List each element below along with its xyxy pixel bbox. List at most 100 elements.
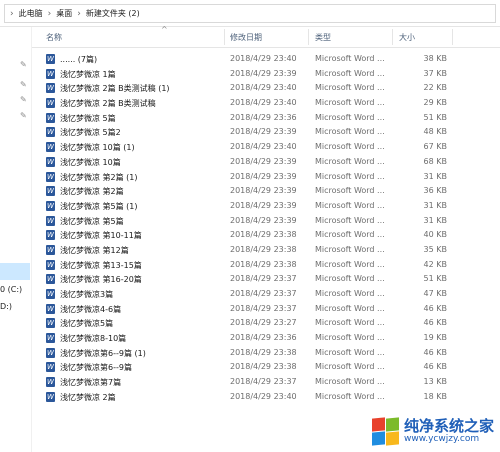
file-name[interactable]: 浅忆梦微凉 第2篇 [60,186,124,197]
pin-icon[interactable]: ✎ [20,60,27,69]
file-date: 2018/4/29 23:27 [230,318,297,328]
file-name[interactable]: 浅忆梦微凉4-6篇 [60,304,121,315]
sort-ascending-icon: ^ [161,25,168,34]
file-name[interactable]: 浅忆梦微凉第7篇 [60,377,121,388]
file-type: Microsoft Word ... [315,347,385,357]
word-document-icon [46,186,55,197]
column-type[interactable]: 类型 [315,32,331,43]
file-list: ...... (7篇) 2018/4/29 23:40 Microsoft Word… [32,52,500,405]
file-row[interactable]: 浅忆梦微凉3篇 2018/4/29 23:37 Microsoft Word ...… [32,287,500,302]
file-date: 2018/4/29 23:39 [230,127,297,137]
file-name[interactable]: 浅忆梦微凉 第5篇 [60,216,124,227]
file-date: 2018/4/29 23:39 [230,68,297,78]
breadcrumb-this-pc[interactable]: 此电脑 [19,8,43,19]
file-row[interactable]: 浅忆梦微凉 10篇 (1) 2018/4/29 23:40 Microsoft Wo… [32,140,500,155]
file-name[interactable]: 浅忆梦微凉5篇 [60,318,113,329]
file-name[interactable]: 浅忆梦微凉 第16-20篇 [60,274,142,285]
breadcrumb-desktop[interactable]: 桌面 [56,8,72,19]
word-document-icon [46,333,55,344]
file-size: 18 KB [423,391,447,401]
file-name[interactable]: 浅忆梦微凉第6--9篇 (1) [60,348,146,359]
column-divider[interactable] [452,29,453,45]
file-name[interactable]: 浅忆梦微凉3篇 [60,289,113,300]
file-row[interactable]: 浅忆梦微凉 第16-20篇 2018/4/29 23:37 Microsoft Wo… [32,272,500,287]
file-size: 36 KB [423,186,447,196]
file-name[interactable]: 浅忆梦微凉8-10篇 [60,333,126,344]
file-name[interactable]: ...... (7篇) [60,54,97,65]
navigation-pane: ✎ ✎ ✎ ✎ 0 (C:) D:) [0,27,30,452]
file-row[interactable]: 浅忆梦微凉 第13-15篇 2018/4/29 23:38 Microsoft Wo… [32,258,500,273]
word-document-icon [46,68,55,79]
file-row[interactable]: 浅忆梦微凉第6--9篇 (1) 2018/4/29 23:38 Microsoft … [32,346,500,361]
file-type: Microsoft Word ... [315,244,385,254]
file-name[interactable]: 浅忆梦微凉第6--9篇 [60,362,132,373]
file-row[interactable]: 浅忆梦微凉 第2篇 2018/4/29 23:39 Microsoft Word .… [32,184,500,199]
word-document-icon [46,127,55,138]
file-row[interactable]: ...... (7篇) 2018/4/29 23:40 Microsoft Word… [32,52,500,67]
file-name[interactable]: 浅忆梦微凉 第2篇 (1) [60,172,138,183]
file-name[interactable]: 浅忆梦微凉 第12篇 [60,245,129,256]
file-name[interactable]: 浅忆梦微凉 第5篇 (1) [60,201,138,212]
breadcrumb-folder[interactable]: 新建文件夹 (2) [86,8,140,19]
pin-icon[interactable]: ✎ [20,80,27,89]
nav-selected-item[interactable] [0,263,30,280]
column-name[interactable]: 名称 [46,32,62,43]
file-name[interactable]: 浅忆梦微凉 5篇 [60,113,116,124]
file-name[interactable]: 浅忆梦微凉 5篇2 [60,127,121,138]
pin-icon[interactable]: ✎ [20,95,27,104]
address-bar[interactable]: › 此电脑 › 桌面 › 新建文件夹 (2) [0,0,500,27]
file-row[interactable]: 浅忆梦微凉第6--9篇 2018/4/29 23:38 Microsoft Word… [32,360,500,375]
file-date: 2018/4/29 23:37 [230,274,297,284]
file-row[interactable]: 浅忆梦微凉 2篇 B类测试稿 2018/4/29 23:40 Microsoft W… [32,96,500,111]
file-row[interactable]: 浅忆梦微凉 第2篇 (1) 2018/4/29 23:39 Microsoft Wo… [32,170,500,185]
word-document-icon [46,142,55,153]
file-row[interactable]: 浅忆梦微凉5篇 2018/4/29 23:27 Microsoft Word ...… [32,316,500,331]
file-size: 68 KB [423,156,447,166]
nav-drive-c[interactable]: 0 (C:) [0,285,22,294]
file-row[interactable]: 浅忆梦微凉8-10篇 2018/4/29 23:36 Microsoft Word … [32,331,500,346]
file-type: Microsoft Word ... [315,230,385,240]
file-row[interactable]: 浅忆梦微凉 5篇 2018/4/29 23:36 Microsoft Word ..… [32,111,500,126]
breadcrumb[interactable]: › 此电脑 › 桌面 › 新建文件夹 (2) [4,4,496,23]
file-row[interactable]: 浅忆梦微凉4-6篇 2018/4/29 23:37 Microsoft Word .… [32,302,500,317]
file-size: 48 KB [423,127,447,137]
file-row[interactable]: 浅忆梦微凉第7篇 2018/4/29 23:37 Microsoft Word ..… [32,375,500,390]
file-name[interactable]: 浅忆梦微凉 1篇 [60,69,116,80]
file-date: 2018/4/29 23:38 [230,244,297,254]
file-row[interactable]: 浅忆梦微凉 第10-11篇 2018/4/29 23:38 Microsoft Wo… [32,228,500,243]
file-name[interactable]: 浅忆梦微凉 2篇 B类测试稿 (1) [60,83,170,94]
file-size: 51 KB [423,274,447,284]
watermark: 纯净系统之家 www.ycwjzy.com [370,416,494,446]
file-name[interactable]: 浅忆梦微凉 10篇 [60,157,121,168]
file-type: Microsoft Word ... [315,391,385,401]
file-row[interactable]: 浅忆梦微凉 2篇 2018/4/29 23:40 Microsoft Word ..… [32,390,500,405]
file-name[interactable]: 浅忆梦微凉 10篇 (1) [60,142,135,153]
file-name[interactable]: 浅忆梦微凉 第10-11篇 [60,230,142,241]
file-row[interactable]: 浅忆梦微凉 第5篇 2018/4/29 23:39 Microsoft Word .… [32,214,500,229]
file-type: Microsoft Word ... [315,83,385,93]
column-size[interactable]: 大小 [399,32,415,43]
file-row[interactable]: 浅忆梦微凉 10篇 2018/4/29 23:39 Microsoft Word .… [32,155,500,170]
file-date: 2018/4/29 23:38 [230,362,297,372]
file-name[interactable]: 浅忆梦微凉 2篇 B类测试稿 [60,98,156,109]
column-divider[interactable] [308,29,309,45]
file-date: 2018/4/29 23:40 [230,391,297,401]
nav-drive-d[interactable]: D:) [0,302,12,311]
file-name[interactable]: 浅忆梦微凉 第13-15篇 [60,260,142,271]
word-document-icon [46,156,55,167]
file-row[interactable]: 浅忆梦微凉 1篇 2018/4/29 23:39 Microsoft Word ..… [32,67,500,82]
file-date: 2018/4/29 23:37 [230,377,297,387]
column-divider[interactable] [392,29,393,45]
file-date: 2018/4/29 23:40 [230,83,297,93]
column-divider[interactable] [224,29,225,45]
word-document-icon [46,377,55,388]
file-row[interactable]: 浅忆梦微凉 5篇2 2018/4/29 23:39 Microsoft Word .… [32,125,500,140]
file-row[interactable]: 浅忆梦微凉 第5篇 (1) 2018/4/29 23:39 Microsoft Wo… [32,199,500,214]
file-name[interactable]: 浅忆梦微凉 2篇 [60,392,116,403]
column-date[interactable]: 修改日期 [230,32,262,43]
file-type: Microsoft Word ... [315,362,385,372]
file-row[interactable]: 浅忆梦微凉 第12篇 2018/4/29 23:38 Microsoft Word … [32,243,500,258]
word-document-icon [46,171,55,182]
file-row[interactable]: 浅忆梦微凉 2篇 B类测试稿 (1) 2018/4/29 23:40 Microso… [32,81,500,96]
pin-icon[interactable]: ✎ [20,111,27,120]
